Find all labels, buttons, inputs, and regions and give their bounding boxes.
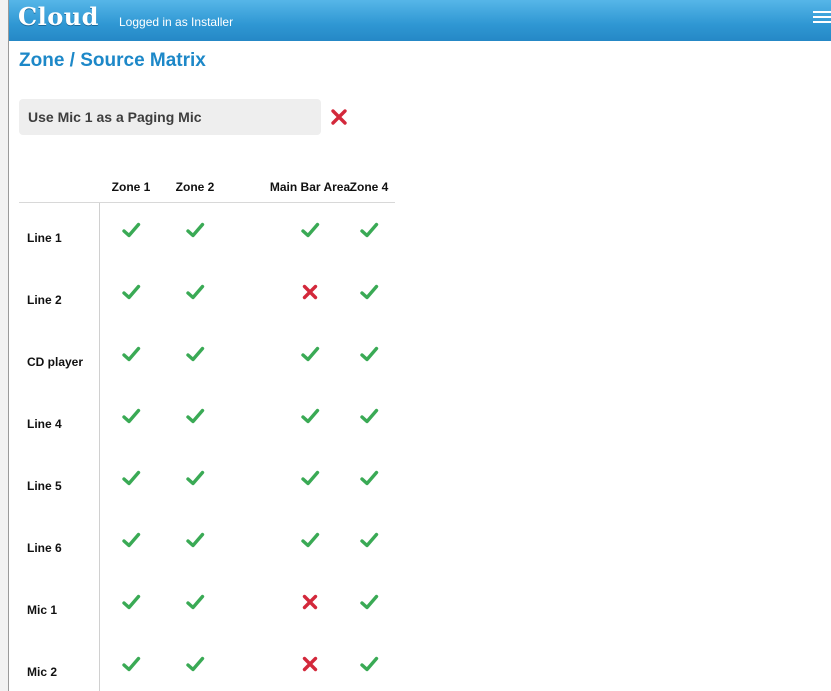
source-label: Line 5 [27,479,62,493]
check-icon[interactable] [121,406,141,426]
zone-header: Zone 2 [175,180,215,194]
check-icon[interactable] [359,406,379,426]
cross-icon[interactable] [300,282,320,302]
check-icon[interactable] [121,344,141,364]
check-icon[interactable] [300,530,320,550]
cross-icon[interactable] [300,592,320,612]
check-icon[interactable] [121,592,141,612]
cloud-logo: Cloud [18,2,99,31]
source-label: Line 1 [27,231,62,245]
check-icon[interactable] [185,406,205,426]
check-icon[interactable] [359,592,379,612]
check-icon[interactable] [121,654,141,674]
source-label: Line 2 [27,293,62,307]
paging-mic-option: Use Mic 1 as a Paging Mic [19,99,321,135]
check-icon[interactable] [185,344,205,364]
check-icon[interactable] [185,592,205,612]
source-label: Mic 1 [27,603,58,617]
window-frame-edge [0,0,9,691]
hamburger-menu-icon[interactable] [813,11,831,25]
paging-mic-toggle-cross-icon[interactable] [330,108,348,126]
paging-mic-label: Use Mic 1 as a Paging Mic [28,109,202,125]
check-icon[interactable] [185,220,205,240]
source-label: Mic 2 [27,665,58,679]
source-column-divider [99,203,100,691]
check-icon[interactable] [300,220,320,240]
check-icon[interactable] [359,654,379,674]
check-icon[interactable] [185,468,205,488]
logged-in-status: Logged in as Installer [119,15,234,29]
source-label: CD player [27,355,84,369]
check-icon[interactable] [300,344,320,364]
check-icon[interactable] [121,282,141,302]
check-icon[interactable] [359,220,379,240]
page-title: Zone / Source Matrix [19,50,206,71]
source-label: Line 6 [27,541,62,555]
zone-header: Zone 4 [349,180,389,194]
check-icon[interactable] [359,344,379,364]
check-icon[interactable] [121,468,141,488]
check-icon[interactable] [300,406,320,426]
check-icon[interactable] [359,468,379,488]
header-divider [19,202,395,203]
zone-header: Main Bar Area [269,180,351,194]
check-icon[interactable] [121,530,141,550]
check-icon[interactable] [359,282,379,302]
check-icon[interactable] [359,530,379,550]
check-icon[interactable] [300,468,320,488]
check-icon[interactable] [185,282,205,302]
check-icon[interactable] [121,220,141,240]
cross-icon[interactable] [300,654,320,674]
check-icon[interactable] [185,530,205,550]
source-label: Line 4 [27,417,62,431]
check-icon[interactable] [185,654,205,674]
zone-header: Zone 1 [111,180,151,194]
top-bar: Cloud Logged in as Installer [9,0,831,41]
